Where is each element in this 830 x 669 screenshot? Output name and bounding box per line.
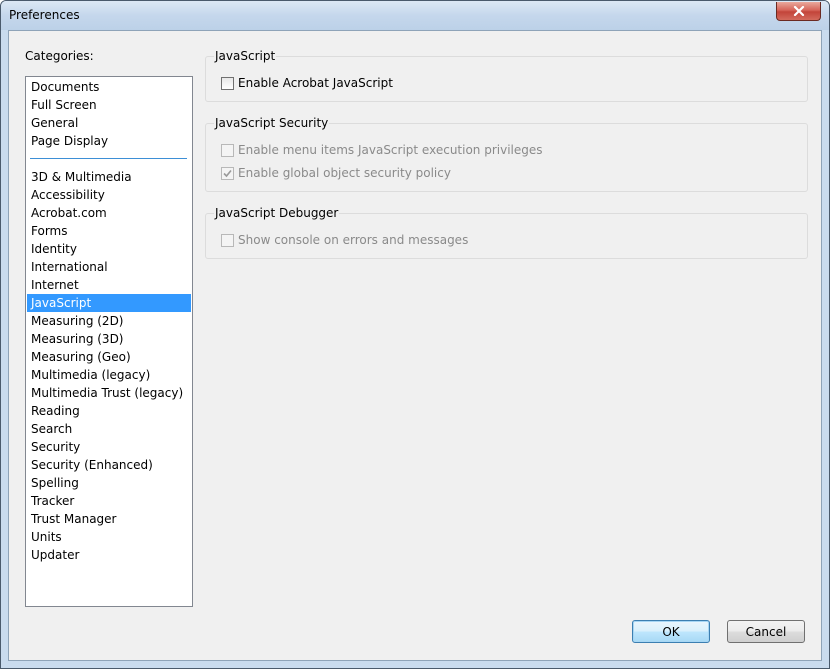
menu-privileges-label: Enable menu items JavaScript execution p… <box>238 143 543 157</box>
category-tracker[interactable]: Tracker <box>27 492 191 510</box>
category-trust-manager[interactable]: Trust Manager <box>27 510 191 528</box>
category-acrobat-com[interactable]: Acrobat.com <box>27 204 191 222</box>
preferences-window: Preferences Categories: Documents Full S… <box>0 0 830 669</box>
category-documents[interactable]: Documents <box>27 78 191 96</box>
category-forms[interactable]: Forms <box>27 222 191 240</box>
show-console-checkbox[interactable] <box>221 233 234 247</box>
category-search[interactable]: Search <box>27 420 191 438</box>
global-policy-checkbox[interactable] <box>221 166 234 180</box>
categories-label: Categories: <box>25 49 94 63</box>
enable-javascript-row[interactable]: Enable Acrobat JavaScript <box>221 75 393 91</box>
cancel-button[interactable]: Cancel <box>727 620 805 643</box>
category-accessibility[interactable]: Accessibility <box>27 186 191 204</box>
enable-javascript-label: Enable Acrobat JavaScript <box>238 76 393 90</box>
title-bar[interactable]: Preferences <box>1 1 829 30</box>
global-policy-label: Enable global object security policy <box>238 166 451 180</box>
enable-javascript-checkbox[interactable] <box>221 76 234 90</box>
category-page-display[interactable]: Page Display <box>27 132 191 150</box>
category-international[interactable]: International <box>27 258 191 276</box>
category-separator <box>30 158 187 159</box>
category-measuring-2d[interactable]: Measuring (2D) <box>27 312 191 330</box>
category-multimedia-trust-legacy[interactable]: Multimedia Trust (legacy) <box>27 384 191 402</box>
category-security-enhanced[interactable]: Security (Enhanced) <box>27 456 191 474</box>
categories-list[interactable]: Documents Full Screen General Page Displ… <box>25 76 193 607</box>
category-measuring-geo[interactable]: Measuring (Geo) <box>27 348 191 366</box>
category-security[interactable]: Security <box>27 438 191 456</box>
menu-privileges-checkbox[interactable] <box>221 143 234 157</box>
menu-privileges-row[interactable]: Enable menu items JavaScript execution p… <box>221 142 543 158</box>
close-button[interactable] <box>776 2 821 21</box>
javascript-group-title: JavaScript <box>214 49 277 63</box>
category-updater[interactable]: Updater <box>27 546 191 564</box>
ok-button[interactable]: OK <box>632 620 710 643</box>
category-units[interactable]: Units <box>27 528 191 546</box>
window-title: Preferences <box>9 8 80 22</box>
checkmark-icon <box>223 169 232 177</box>
category-javascript[interactable]: JavaScript <box>27 294 191 312</box>
show-console-row[interactable]: Show console on errors and messages <box>221 232 468 248</box>
category-full-screen[interactable]: Full Screen <box>27 96 191 114</box>
global-policy-row[interactable]: Enable global object security policy <box>221 165 451 181</box>
dialog-body: Categories: Documents Full Screen Genera… <box>8 30 822 661</box>
category-reading[interactable]: Reading <box>27 402 191 420</box>
category-internet[interactable]: Internet <box>27 276 191 294</box>
category-multimedia-legacy[interactable]: Multimedia (legacy) <box>27 366 191 384</box>
category-identity[interactable]: Identity <box>27 240 191 258</box>
javascript-security-group-title: JavaScript Security <box>214 116 330 130</box>
category-general[interactable]: General <box>27 114 191 132</box>
javascript-debugger-group-title: JavaScript Debugger <box>214 206 340 220</box>
show-console-label: Show console on errors and messages <box>238 233 469 247</box>
category-3d-multimedia[interactable]: 3D & Multimedia <box>27 168 191 186</box>
category-measuring-3d[interactable]: Measuring (3D) <box>27 330 191 348</box>
category-spelling[interactable]: Spelling <box>27 474 191 492</box>
close-icon <box>793 6 804 16</box>
